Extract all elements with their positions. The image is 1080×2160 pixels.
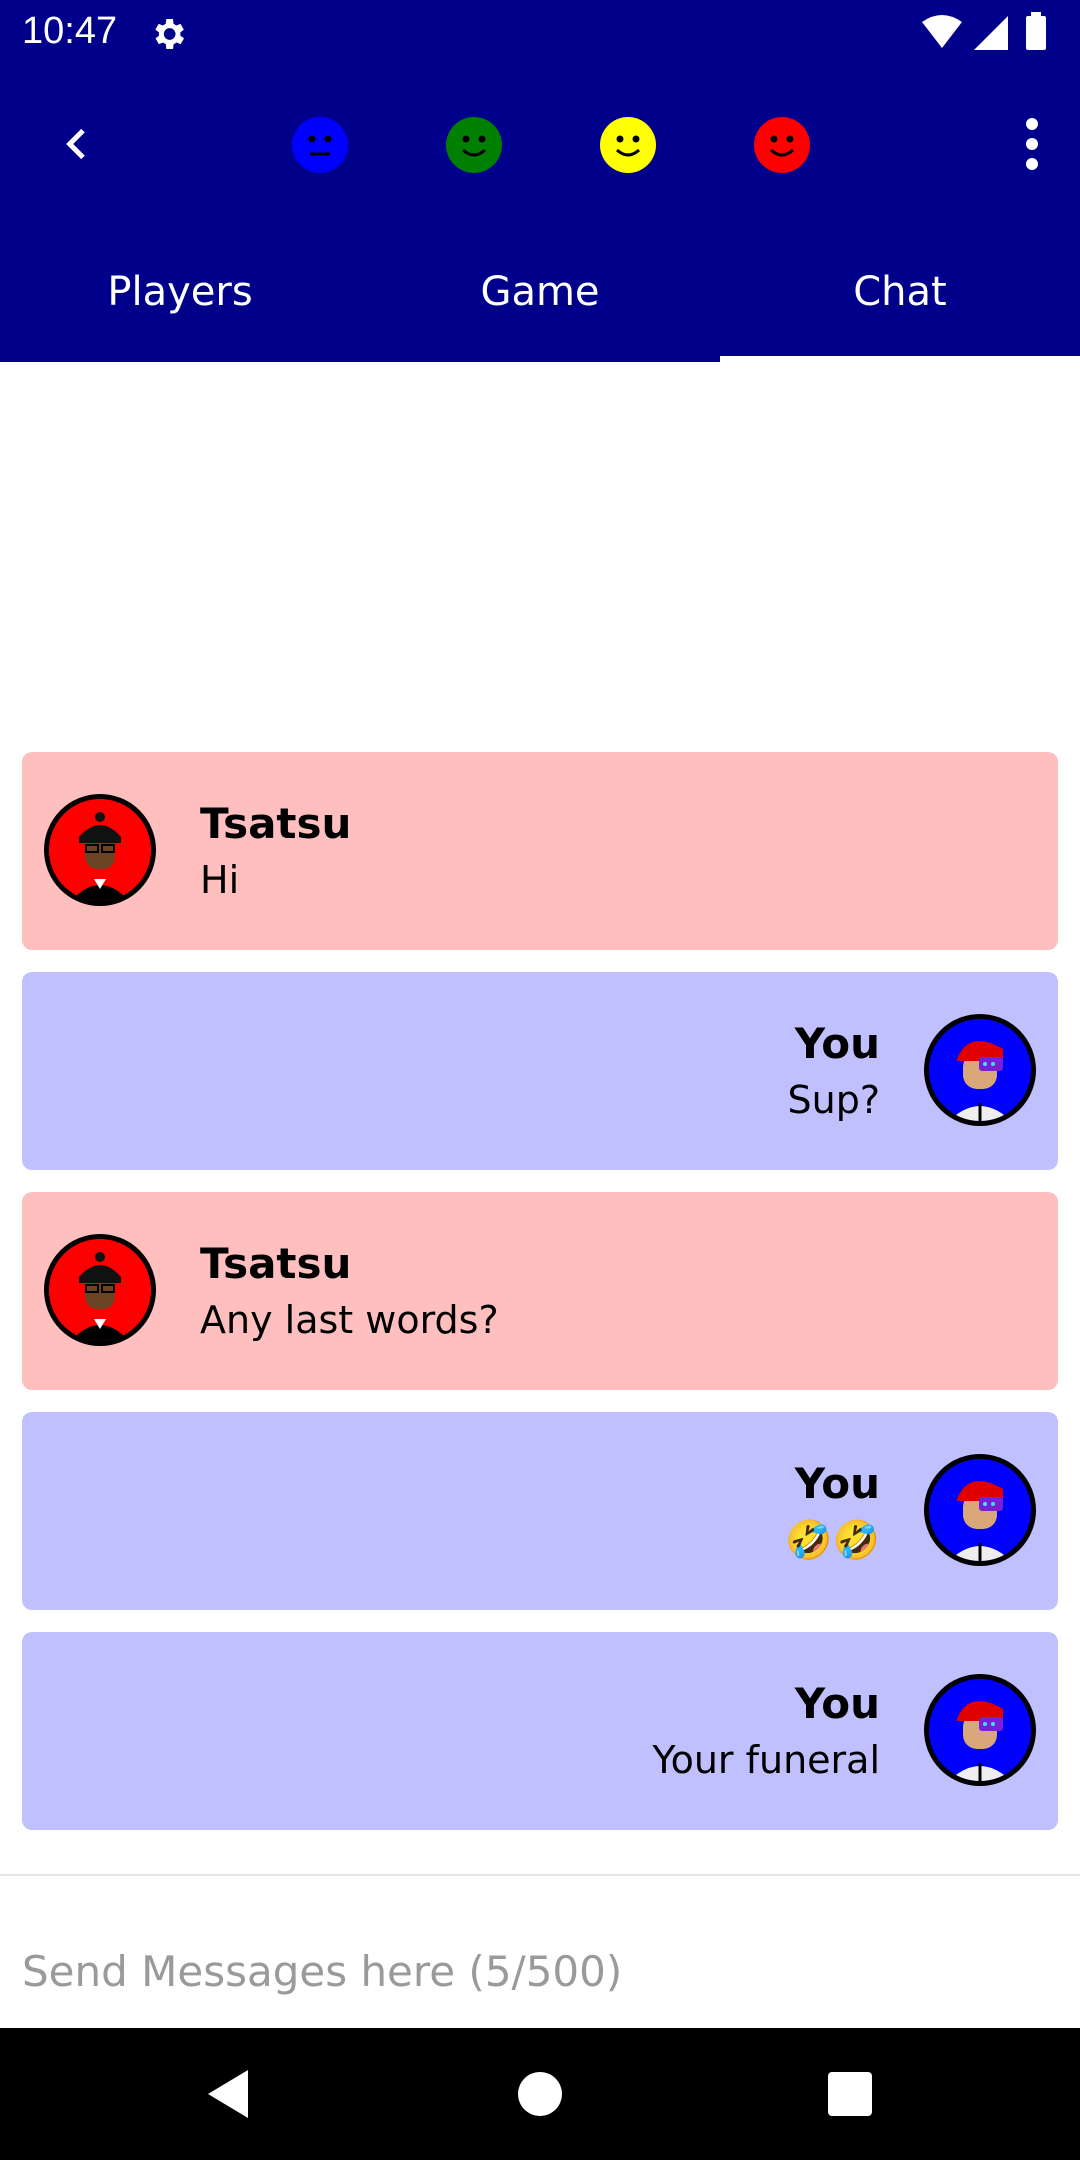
message-content: Tsatsu Any last words?	[200, 1236, 499, 1348]
message-sender: You	[794, 1459, 880, 1508]
battery-icon	[1026, 16, 1046, 50]
signal-icon	[974, 16, 1008, 50]
chat-message: You 🤣🤣	[22, 1412, 1058, 1610]
avatar	[924, 1674, 1036, 1786]
message-sender: Tsatsu	[200, 799, 352, 848]
avatar	[924, 1454, 1036, 1566]
status-bar: 10:47	[0, 0, 1080, 66]
status-icons	[922, 12, 1046, 50]
back-button[interactable]	[50, 116, 106, 172]
status-time: 10:47	[22, 10, 118, 52]
chat-message: You Your funeral	[22, 1632, 1058, 1830]
message-text: 🤣🤣	[785, 1518, 880, 1562]
chat-message: Tsatsu Any last words?	[22, 1192, 1058, 1390]
message-content: Tsatsu Hi	[200, 796, 351, 908]
neutral-face-icon	[292, 117, 348, 173]
tab-bar: Players Game Chat	[0, 230, 1080, 362]
avatar	[924, 1014, 1036, 1126]
gear-icon	[155, 19, 184, 49]
message-text: Any last words?	[200, 1298, 499, 1342]
tab-players[interactable]: Players	[0, 230, 360, 362]
smile-face-icon	[600, 117, 656, 173]
wifi-icon	[922, 15, 962, 48]
avatar	[44, 794, 156, 906]
smile-face-icon	[754, 117, 810, 173]
system-nav-bar	[0, 2028, 1080, 2160]
back-arrow-icon	[66, 128, 85, 160]
composer-divider	[0, 1874, 1080, 1876]
message-sender: You	[794, 1019, 880, 1068]
player-avatar-icon	[929, 1679, 1031, 1781]
message-sender: Tsatsu	[200, 1239, 352, 1288]
message-text: Sup?	[787, 1078, 881, 1122]
chat-message: You Sup?	[22, 972, 1058, 1170]
nav-recents-icon[interactable]	[820, 2064, 880, 2124]
player-avatar-icon	[929, 1019, 1031, 1121]
nav-back-icon[interactable]	[200, 2064, 260, 2124]
message-content: You Your funeral	[652, 1676, 880, 1788]
player-avatar-icon	[49, 799, 151, 901]
avatar	[44, 1234, 156, 1346]
nav-home-icon[interactable]	[510, 2064, 570, 2124]
player-avatar-icon	[49, 1239, 151, 1341]
app-bar	[0, 66, 1080, 230]
message-sender: You	[794, 1679, 880, 1728]
tab-game[interactable]: Game	[360, 230, 720, 362]
message-content: You Sup?	[788, 1016, 881, 1128]
message-text: Your funeral	[652, 1738, 880, 1782]
message-content: You 🤣🤣	[785, 1456, 880, 1568]
tab-chat[interactable]: Chat	[720, 230, 1080, 362]
chat-list: Tsatsu Hi You Sup? Tsatsu Any last words…	[22, 752, 1058, 1852]
chat-message: Tsatsu Hi	[22, 752, 1058, 950]
more-vert-icon[interactable]	[1004, 112, 1060, 176]
message-text: Hi	[200, 858, 240, 902]
smile-face-icon	[446, 117, 502, 173]
player-avatar-icon	[929, 1459, 1031, 1561]
message-input[interactable]	[22, 1936, 1058, 2006]
